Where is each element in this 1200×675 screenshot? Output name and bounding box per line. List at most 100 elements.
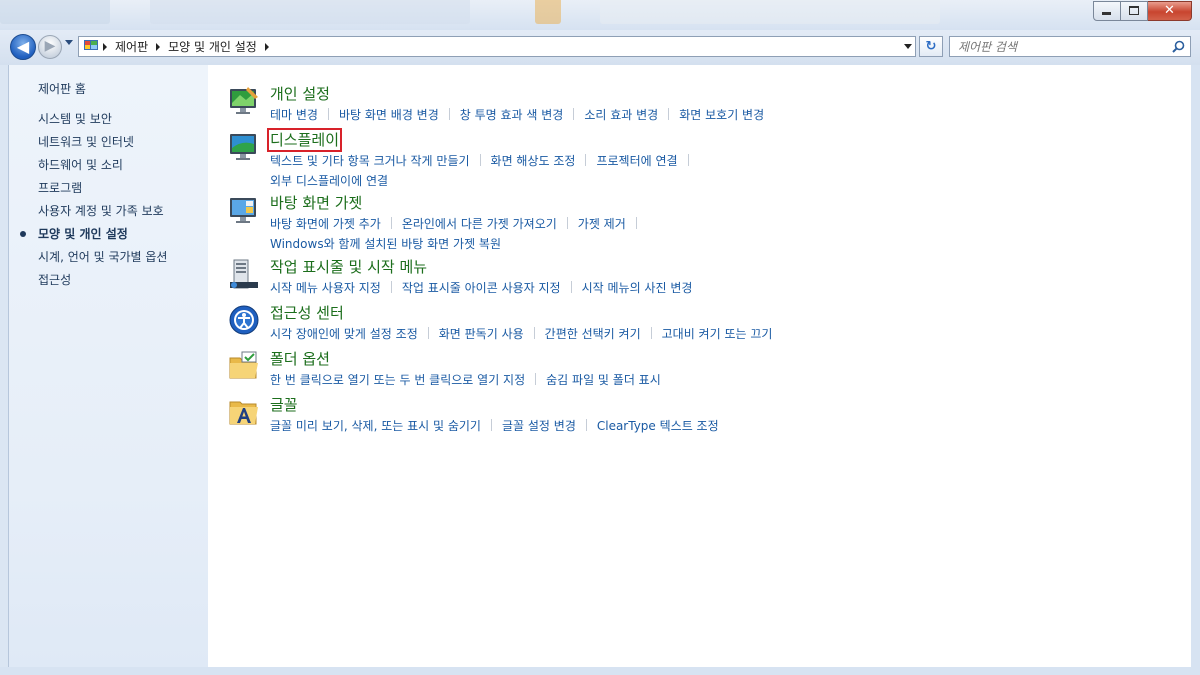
category-links: 시작 메뉴 사용자 지정 작업 표시줄 아이콘 사용자 지정 시작 메뉴의 사진 변… bbox=[270, 280, 1170, 300]
category-title-personalization[interactable]: 개인 설정 bbox=[270, 85, 330, 103]
taskbar-icon[interactable] bbox=[228, 258, 260, 290]
link-change-font-settings[interactable]: 글꼴 설정 변경 bbox=[502, 419, 576, 433]
link-change-window-glass-color[interactable]: 창 투명 효과 색 변경 bbox=[460, 108, 564, 122]
link-separator bbox=[566, 217, 568, 229]
link-change-desktop-background[interactable]: 바탕 화면 배경 변경 bbox=[339, 108, 439, 122]
category-title-taskbar-start-menu[interactable]: 작업 표시줄 및 시작 메뉴 bbox=[270, 258, 427, 276]
personalization-icon[interactable] bbox=[228, 85, 260, 117]
link-customize-taskbar-icons[interactable]: 작업 표시줄 아이콘 사용자 지정 bbox=[402, 281, 561, 295]
close-button[interactable]: ✕ bbox=[1148, 1, 1192, 21]
sidebar: 제어판 홈 시스템 및 보안 네트워크 및 인터넷 하드웨어 및 소리 프로그램… bbox=[8, 65, 209, 667]
link-separator bbox=[490, 419, 492, 431]
sidebar-item-clock-language[interactable]: 시계, 언어 및 국가별 옵션 bbox=[9, 249, 209, 272]
category-links: 시각 장애인에 맞게 설정 조정 화면 판독기 사용 간편한 선택키 켜기 고대비 켜… bbox=[270, 326, 1170, 346]
breadcrumb-separator[interactable] bbox=[264, 42, 269, 51]
breadcrumb-separator[interactable] bbox=[103, 42, 107, 51]
category-title-ease-of-access-center[interactable]: 접근성 센터 bbox=[270, 304, 344, 322]
link-separator bbox=[570, 281, 572, 293]
link-change-start-menu-picture[interactable]: 시작 메뉴의 사진 변경 bbox=[582, 281, 693, 295]
link-single-double-click[interactable]: 한 번 클릭으로 열기 또는 두 번 클릭으로 열기 지정 bbox=[270, 373, 525, 387]
address-bar[interactable]: 제어판 모양 및 개인 설정 bbox=[78, 36, 916, 57]
sidebar-list: 시스템 및 보안 네트워크 및 인터넷 하드웨어 및 소리 프로그램 사용자 계… bbox=[9, 111, 209, 295]
category-title-fonts[interactable]: 글꼴 bbox=[270, 396, 298, 414]
window-caption-buttons: ✕ bbox=[1093, 1, 1192, 21]
category-display: 디스플레이 텍스트 및 기타 항목 크거나 작게 만들기 화면 해상도 조정 프로젝… bbox=[224, 128, 1184, 188]
breadcrumb-item-appearance[interactable]: 모양 및 개인 설정 bbox=[168, 38, 257, 55]
sidebar-home-link[interactable]: 제어판 홈 bbox=[38, 80, 86, 97]
search-icon[interactable] bbox=[1172, 40, 1185, 53]
link-separator bbox=[668, 108, 670, 120]
category-title-folder-options[interactable]: 폴더 옵션 bbox=[270, 350, 330, 368]
link-adjust-resolution[interactable]: 화면 해상도 조정 bbox=[491, 154, 576, 168]
link-separator bbox=[585, 419, 587, 431]
link-change-screen-saver[interactable]: 화면 보호기 변경 bbox=[679, 108, 764, 122]
sidebar-item-appearance[interactable]: 모양 및 개인 설정 bbox=[9, 226, 209, 249]
link-separator bbox=[390, 281, 392, 293]
link-toggle-high-contrast[interactable]: 고대비 켜기 또는 끄기 bbox=[662, 327, 773, 341]
control-panel-icon bbox=[84, 40, 98, 50]
refresh-button[interactable]: ↻ bbox=[919, 36, 943, 57]
category-fonts: 글꼴 글꼴 미리 보기, 삭제, 또는 표시 및 숨기기 글꼴 설정 변경 Clea… bbox=[224, 396, 1184, 436]
navigation-bar: ◀ ▶ 제어판 모양 및 개인 설정 ↻ bbox=[0, 30, 1200, 65]
breadcrumb-separator[interactable] bbox=[156, 42, 161, 51]
desktop-gadgets-icon[interactable] bbox=[228, 194, 260, 226]
link-customize-start-menu[interactable]: 시작 메뉴 사용자 지정 bbox=[270, 281, 381, 295]
link-separator bbox=[533, 327, 535, 339]
category-taskbar-start-menu: 작업 표시줄 및 시작 메뉴 시작 메뉴 사용자 지정 작업 표시줄 아이콘 사용… bbox=[224, 258, 1184, 298]
search-box[interactable] bbox=[949, 36, 1191, 57]
link-preview-delete-fonts[interactable]: 글꼴 미리 보기, 삭제, 또는 표시 및 숨기기 bbox=[270, 419, 481, 433]
display-icon[interactable] bbox=[228, 131, 260, 163]
forward-button[interactable]: ▶ bbox=[38, 35, 62, 59]
link-connect-external-display[interactable]: 외부 디스플레이에 연결 bbox=[270, 174, 388, 188]
link-add-gadget[interactable]: 바탕 화면에 가젯 추가 bbox=[270, 217, 381, 231]
fonts-icon[interactable] bbox=[228, 396, 260, 428]
address-history-dropdown[interactable] bbox=[904, 44, 912, 49]
link-remove-gadget[interactable]: 가젯 제거 bbox=[578, 217, 626, 231]
link-optimize-visual-display[interactable]: 시각 장애인에 맞게 설정 조정 bbox=[270, 327, 418, 341]
minimize-button[interactable] bbox=[1093, 1, 1121, 21]
category-links: 바탕 화면에 가젯 추가 온라인에서 다른 가젯 가져오기 가젯 제거 Window… bbox=[270, 216, 1170, 256]
link-adjust-cleartype[interactable]: ClearType 텍스트 조정 bbox=[597, 419, 719, 433]
category-links: 글꼴 미리 보기, 삭제, 또는 표시 및 숨기기 글꼴 설정 변경 ClearTy… bbox=[270, 418, 1170, 438]
category-links: 한 번 클릭으로 열기 또는 두 번 클릭으로 열기 지정 숨김 파일 및 폴더 … bbox=[270, 372, 1170, 392]
back-button[interactable]: ◀ bbox=[10, 34, 36, 60]
link-separator bbox=[687, 154, 689, 166]
link-show-hidden-files[interactable]: 숨김 파일 및 폴더 표시 bbox=[546, 373, 661, 387]
sidebar-item-network-internet[interactable]: 네트워크 및 인터넷 bbox=[9, 134, 209, 157]
link-use-screen-reader[interactable]: 화면 판독기 사용 bbox=[439, 327, 524, 341]
category-desktop-gadgets: 바탕 화면 가젯 바탕 화면에 가젯 추가 온라인에서 다른 가젯 가져오기 가젯 … bbox=[224, 194, 1184, 251]
link-change-sound-effects[interactable]: 소리 효과 변경 bbox=[584, 108, 658, 122]
category-title-desktop-gadgets[interactable]: 바탕 화면 가젯 bbox=[270, 194, 362, 212]
background-window-blur bbox=[150, 0, 470, 24]
link-change-theme[interactable]: 테마 변경 bbox=[270, 108, 318, 122]
search-input[interactable] bbox=[950, 37, 1170, 56]
link-separator bbox=[650, 327, 652, 339]
link-connect-projector[interactable]: 프로젝터에 연결 bbox=[596, 154, 677, 168]
maximize-button[interactable] bbox=[1121, 1, 1148, 21]
forward-arrow-icon: ▶ bbox=[44, 38, 56, 54]
sidebar-item-user-accounts[interactable]: 사용자 계정 및 가족 보호 bbox=[9, 203, 209, 226]
sidebar-item-programs[interactable]: 프로그램 bbox=[9, 180, 209, 203]
category-personalization: 개인 설정 테마 변경 바탕 화면 배경 변경 창 투명 효과 색 변경 소리 효과 … bbox=[224, 85, 1184, 125]
link-separator bbox=[573, 108, 575, 120]
recent-pages-dropdown[interactable] bbox=[65, 40, 73, 45]
link-separator bbox=[479, 154, 481, 166]
ease-of-access-icon[interactable] bbox=[228, 304, 260, 336]
link-text-size[interactable]: 텍스트 및 기타 항목 크거나 작게 만들기 bbox=[270, 154, 470, 168]
category-title-display[interactable]: 디스플레이 bbox=[266, 128, 343, 152]
title-bar[interactable]: ✕ bbox=[0, 0, 1200, 30]
refresh-icon: ↻ bbox=[925, 39, 937, 54]
sidebar-item-ease-of-access[interactable]: 접근성 bbox=[9, 272, 209, 295]
sidebar-item-system-security[interactable]: 시스템 및 보안 bbox=[9, 111, 209, 134]
link-turn-on-sticky-keys[interactable]: 간편한 선택키 켜기 bbox=[545, 327, 641, 341]
category-links: 텍스트 및 기타 항목 크거나 작게 만들기 화면 해상도 조정 프로젝터에 연결 … bbox=[270, 153, 1170, 193]
link-separator bbox=[327, 108, 329, 120]
link-get-more-gadgets[interactable]: 온라인에서 다른 가젯 가져오기 bbox=[402, 217, 557, 231]
folder-options-icon[interactable] bbox=[228, 350, 260, 382]
category-ease-of-access-center: 접근성 센터 시각 장애인에 맞게 설정 조정 화면 판독기 사용 간편한 선택키 … bbox=[224, 304, 1184, 344]
sidebar-item-hardware-sound[interactable]: 하드웨어 및 소리 bbox=[9, 157, 209, 180]
breadcrumb-item-control-panel[interactable]: 제어판 bbox=[115, 38, 148, 55]
background-window-blur bbox=[0, 0, 110, 24]
link-restore-gadgets[interactable]: Windows와 함께 설치된 바탕 화면 가젯 복원 bbox=[270, 237, 501, 251]
link-separator bbox=[448, 108, 450, 120]
